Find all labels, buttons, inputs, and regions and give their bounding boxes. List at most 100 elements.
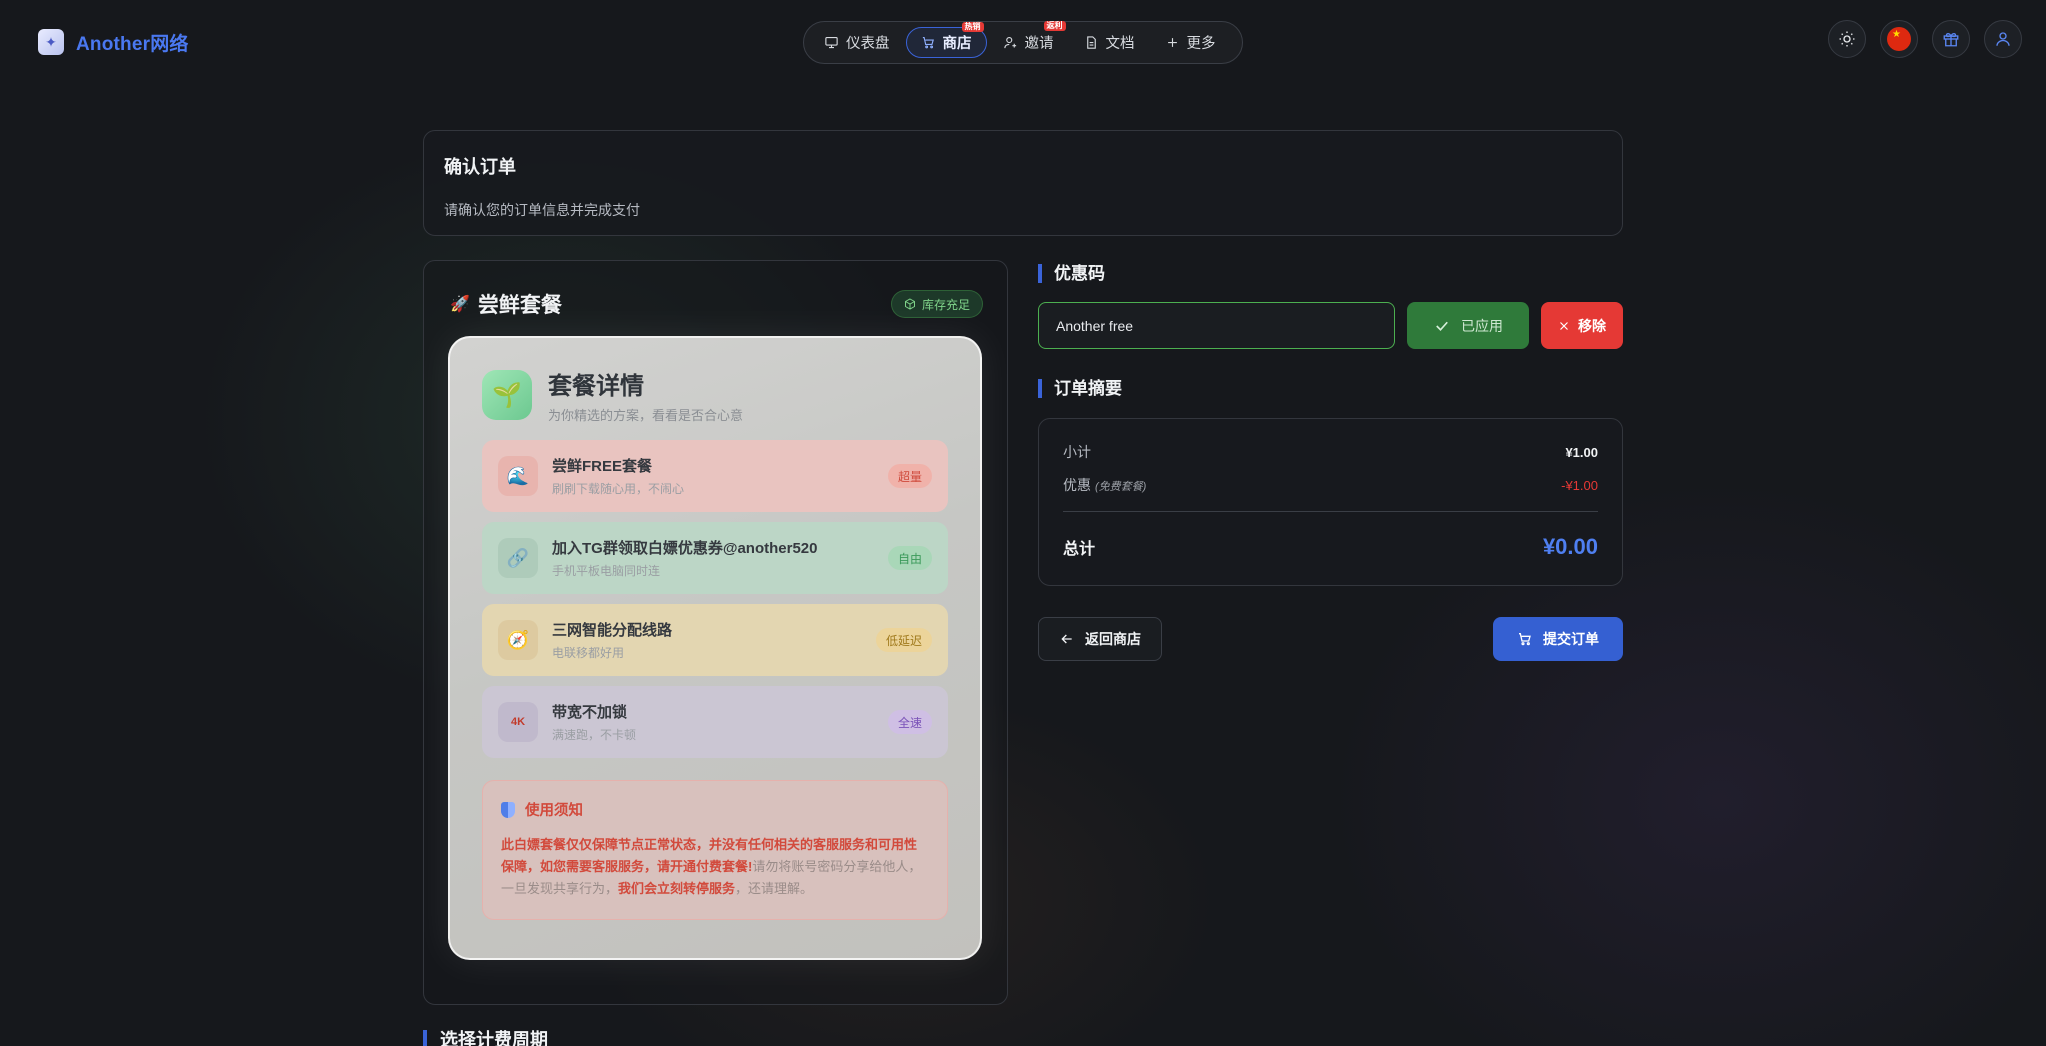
check-icon	[1436, 321, 1448, 331]
plus-icon	[1167, 38, 1177, 47]
total-value: ¥0.00	[1542, 534, 1598, 559]
remove-label: 移除	[1578, 317, 1606, 334]
detail-subtitle: 为你精选的方案，看看是否合心意	[548, 408, 744, 423]
rebate-badge: 返利	[1043, 21, 1066, 31]
plan-header: 🚀 尝鲜套餐 库存充足	[450, 289, 983, 319]
divider	[1063, 511, 1598, 512]
arrow-left-icon	[1061, 634, 1072, 644]
plan-title: 🚀 尝鲜套餐	[450, 289, 562, 319]
feature-title: 加入TG群领取白嫖优惠券@another520	[552, 540, 818, 557]
4k-icon: 4K	[498, 702, 538, 742]
notice-text-2: ，还请理解。	[735, 881, 814, 896]
feature-desc: 满速跑，不卡顿	[552, 728, 637, 742]
nav-item-label: 商店	[942, 36, 972, 52]
feature-tag: 全速	[887, 710, 932, 734]
discount-note: (免费套餐)	[1095, 481, 1147, 493]
sun-icon	[1839, 31, 1855, 47]
plan-panel: 🚀 尝鲜套餐 库存充足 🌱 套餐详情 为你精选的方案，看看是否合心意 🌊 尝鲜F…	[423, 260, 1008, 1005]
page-subtitle: 请确认您的订单信息并完成支付	[444, 202, 640, 218]
gift-button[interactable]	[1932, 20, 1970, 58]
back-label: 返回商店	[1085, 631, 1141, 647]
rocket-icon: 🚀	[450, 296, 470, 313]
submit-order-button[interactable]: 提交订单	[1493, 617, 1623, 661]
detail-header: 🌱 套餐详情 为你精选的方案，看看是否合心意	[482, 370, 948, 423]
page-title: 确认订单	[444, 157, 516, 177]
feature-tag: 超量	[887, 464, 932, 488]
cart-icon	[922, 36, 934, 49]
document-icon	[1086, 36, 1096, 49]
notice-strong-2: 我们会立刻转停服务	[618, 881, 736, 896]
nav-item-label: 文档	[1105, 36, 1135, 52]
nav-item-label: 更多	[1186, 36, 1216, 52]
nav-item-label: 仪表盘	[846, 36, 890, 52]
nav-item-docs[interactable]: 文档	[1070, 27, 1149, 58]
discount-row: 优惠 (免费套餐) -¥1.00	[1063, 474, 1598, 496]
stock-badge: 库存充足	[890, 290, 983, 318]
wave-icon: 🌊	[498, 456, 538, 496]
feature-desc: 手机平板电脑同时连	[552, 564, 661, 578]
gift-icon	[1943, 32, 1959, 47]
top-nav: 仪表盘 商店 热销 邀请 返利 文档 更多	[803, 21, 1243, 64]
theme-toggle-button[interactable]	[1828, 20, 1866, 58]
monitor-icon	[825, 36, 838, 49]
feature-tag: 自由	[887, 546, 932, 570]
notice-header: 使用须知	[501, 799, 929, 820]
subtotal-value: ¥1.00	[1565, 444, 1598, 460]
plan-title-text: 尝鲜套餐	[477, 294, 562, 317]
feature-item: 4K 带宽不加锁 满速跑，不卡顿 全速	[482, 686, 948, 758]
order-summary: 小计 ¥1.00 优惠 (免费套餐) -¥1.00 总计 ¥0.00	[1038, 418, 1623, 586]
close-icon	[1560, 321, 1568, 330]
link-icon: 🔗	[498, 538, 538, 578]
feature-title: 带宽不加锁	[552, 704, 628, 721]
hot-badge: 热销	[961, 22, 984, 32]
usage-notice: 使用须知 此白嫖套餐仅仅保障节点正常状态，并没有任何相关的客服服务和可用性保障，…	[482, 780, 948, 920]
total-row: 总计 ¥0.00	[1063, 534, 1598, 560]
coupon-section-title: 优惠码	[1038, 264, 1105, 283]
coupon-input[interactable]	[1038, 302, 1395, 349]
feature-title: 三网智能分配线路	[552, 622, 673, 639]
nav-item-invite[interactable]: 邀请 返利	[989, 21, 1068, 58]
feature-item: 🌊 尝鲜FREE套餐 刷刷下载随心用，不闹心 超量	[482, 440, 948, 512]
app-logo-icon: ✦	[38, 29, 64, 55]
header-actions	[1828, 20, 2022, 58]
brand[interactable]: ✦ Another网络	[28, 22, 199, 62]
language-button[interactable]	[1880, 20, 1918, 58]
discount-label: 优惠	[1063, 477, 1091, 493]
page-header-card: 确认订单 请确认您的订单信息并完成支付	[423, 130, 1623, 236]
feature-title: 尝鲜FREE套餐	[552, 458, 653, 475]
user-plus-icon	[1003, 36, 1016, 49]
box-icon	[904, 298, 915, 310]
nav-item-shop[interactable]: 商店 热销	[905, 22, 987, 58]
stock-label: 库存充足	[921, 297, 970, 312]
compass-icon: 🧭	[498, 620, 538, 660]
feature-item: 🧭 三网智能分配线路 电联移都好用 低延迟	[482, 604, 948, 676]
feature-item: 🔗 加入TG群领取白嫖优惠券@another520 手机平板电脑同时连 自由	[482, 522, 948, 594]
coupon-applied-button[interactable]: 已应用	[1407, 302, 1529, 349]
detail-title: 套餐详情	[548, 373, 644, 400]
feature-list: 🌊 尝鲜FREE套餐 刷刷下载随心用，不闹心 超量 🔗 加入TG群领取白嫖优惠券…	[482, 440, 948, 758]
nav-item-dashboard[interactable]: 仪表盘	[810, 27, 904, 58]
summary-section-title: 订单摘要	[1038, 379, 1122, 398]
nav-item-more[interactable]: 更多	[1151, 27, 1230, 58]
feature-desc: 刷刷下载随心用，不闹心	[552, 482, 685, 496]
brand-name: Another网络	[76, 33, 189, 55]
china-flag-icon	[1887, 27, 1911, 51]
sprout-icon: 🌱	[482, 370, 532, 420]
notice-body: 此白嫖套餐仅仅保障节点正常状态，并没有任何相关的客服服务和可用性保障，如您需要客…	[501, 834, 929, 900]
discount-value: -¥1.00	[1561, 477, 1598, 493]
user-button[interactable]	[1984, 20, 2022, 58]
coupon-remove-button[interactable]: 移除	[1541, 302, 1623, 349]
notice-title: 使用须知	[525, 803, 583, 819]
subtotal-row: 小计 ¥1.00	[1063, 441, 1598, 463]
shield-icon	[501, 801, 515, 818]
cart-icon	[1519, 633, 1531, 646]
user-icon	[1996, 32, 2010, 46]
billing-cycle-title: 选择计费周期	[423, 1030, 548, 1046]
feature-tag: 低延迟	[875, 628, 932, 652]
back-to-shop-button[interactable]: 返回商店	[1038, 617, 1162, 661]
submit-label: 提交订单	[1543, 631, 1599, 647]
feature-desc: 电联移都好用	[552, 646, 625, 660]
total-label: 总计	[1063, 541, 1096, 558]
applied-label: 已应用	[1461, 317, 1503, 334]
subtotal-label: 小计	[1063, 444, 1091, 460]
